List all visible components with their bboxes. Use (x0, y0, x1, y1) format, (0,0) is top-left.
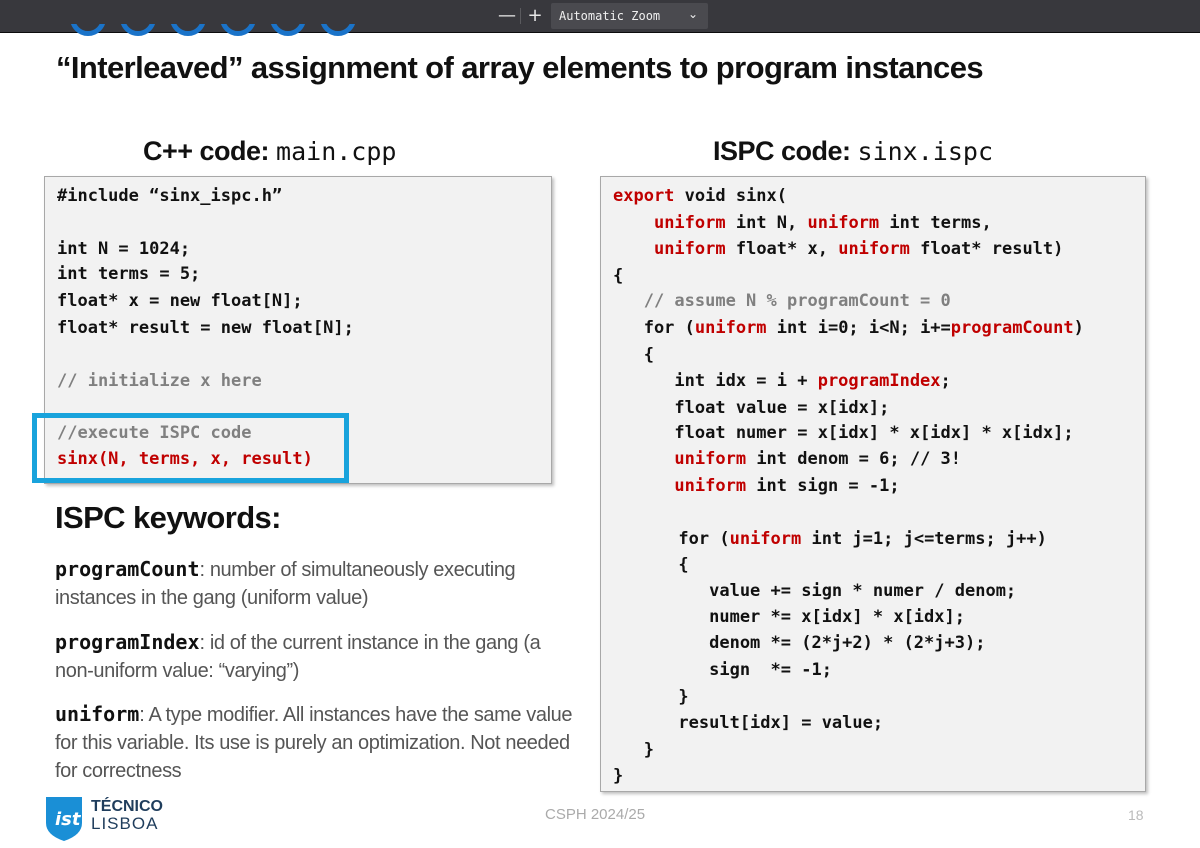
code-line: float value = x[idx]; (613, 398, 890, 418)
code-line: uniform int N, uniform int terms, (653, 213, 992, 233)
page-number: 18 (1128, 807, 1144, 823)
shield-logo-icon: ist TÉCNICO LISBOA (46, 796, 163, 841)
keyword-definition: uniform: A type modifier. All instances … (55, 700, 575, 785)
code-line: #include “sinx_ispc.h” (57, 186, 283, 206)
code-line: { (617, 555, 689, 575)
code-line: numer *= x[idx] * x[idx]; (617, 607, 965, 627)
minus-icon: — (498, 5, 516, 26)
code-comment: // assume N % programCount = 0 (613, 291, 951, 311)
cropped-heading-decoration (70, 24, 370, 36)
course-label: CSPH 2024/25 (545, 806, 646, 823)
code-line: } (613, 766, 624, 786)
code-line: } (613, 740, 654, 760)
svg-text:ist: ist (55, 809, 82, 830)
chevron-down-icon: ⌄ (687, 7, 698, 21)
zoom-value: Automatic Zoom (559, 9, 661, 23)
keyword-definition: programCount: number of simultaneously e… (55, 555, 575, 612)
code-line: { (613, 266, 624, 286)
code-line: export void sinx( (613, 186, 788, 206)
keyword-term: programCount (55, 557, 200, 581)
ispc-panel-heading: ISPC code: sinx.ispc (713, 136, 993, 167)
logo-line1: TÉCNICO (91, 796, 163, 815)
zoom-out-button[interactable]: — (496, 4, 518, 28)
ispc-heading-file: sinx.ispc (857, 137, 993, 166)
keywords-heading: ISPC keywords: (55, 500, 282, 535)
code-line: uniform int sign = -1; (674, 476, 900, 496)
slide-title: “Interleaved” assignment of array elemen… (56, 50, 984, 85)
keyword-definition: programIndex: id of the current instance… (55, 628, 575, 685)
keyword-term: programIndex (55, 630, 200, 654)
code-line: for (uniform int j=1; j<=terms; j++) (617, 529, 1047, 549)
code-line: uniform int denom = 6; // 3! (674, 449, 962, 469)
code-line: float* result = new float[N]; (57, 318, 354, 338)
code-line: { (613, 345, 654, 365)
zoom-in-button[interactable]: + (524, 4, 546, 28)
cpp-heading-label: C++ code: (143, 136, 277, 166)
call-highlight-box (32, 413, 349, 483)
code-line: denom *= (2*j+2) * (2*j+3); (617, 633, 986, 653)
plus-icon: + (527, 5, 543, 26)
code-line: uniform float* x, uniform float* result) (653, 239, 1064, 259)
code-line: int N = 1024; (57, 239, 191, 259)
ispc-heading-label: ISPC code: (713, 136, 858, 166)
code-line: float numer = x[idx] * x[idx] * x[idx]; (613, 423, 1074, 443)
code-line: sign *= -1; (617, 660, 832, 680)
tecnico-lisboa-logo: ist TÉCNICO LISBOA (44, 795, 174, 848)
toolbar-separator (520, 8, 521, 24)
logo-line2: LISBOA (91, 814, 158, 833)
cpp-panel-heading: C++ code: main.cpp (143, 136, 396, 167)
ispc-code-box: export void sinx( uniform int N, uniform… (600, 176, 1146, 792)
code-line: result[idx] = value; (617, 713, 884, 733)
code-line: value += sign * numer / denom; (617, 581, 1017, 601)
code-line: float* x = new float[N]; (57, 291, 303, 311)
code-comment: // initialize x here (57, 371, 262, 391)
code-line: int terms = 5; (57, 264, 201, 284)
code-line: for (uniform int i=0; i<N; i+=programCou… (613, 318, 1084, 338)
zoom-select[interactable]: Automatic Zoom ⌄ (551, 3, 708, 29)
keyword-term: uniform (55, 702, 140, 726)
code-line: } (617, 687, 689, 707)
cpp-heading-file: main.cpp (276, 137, 397, 166)
code-line: int idx = i + programIndex; (613, 371, 951, 391)
